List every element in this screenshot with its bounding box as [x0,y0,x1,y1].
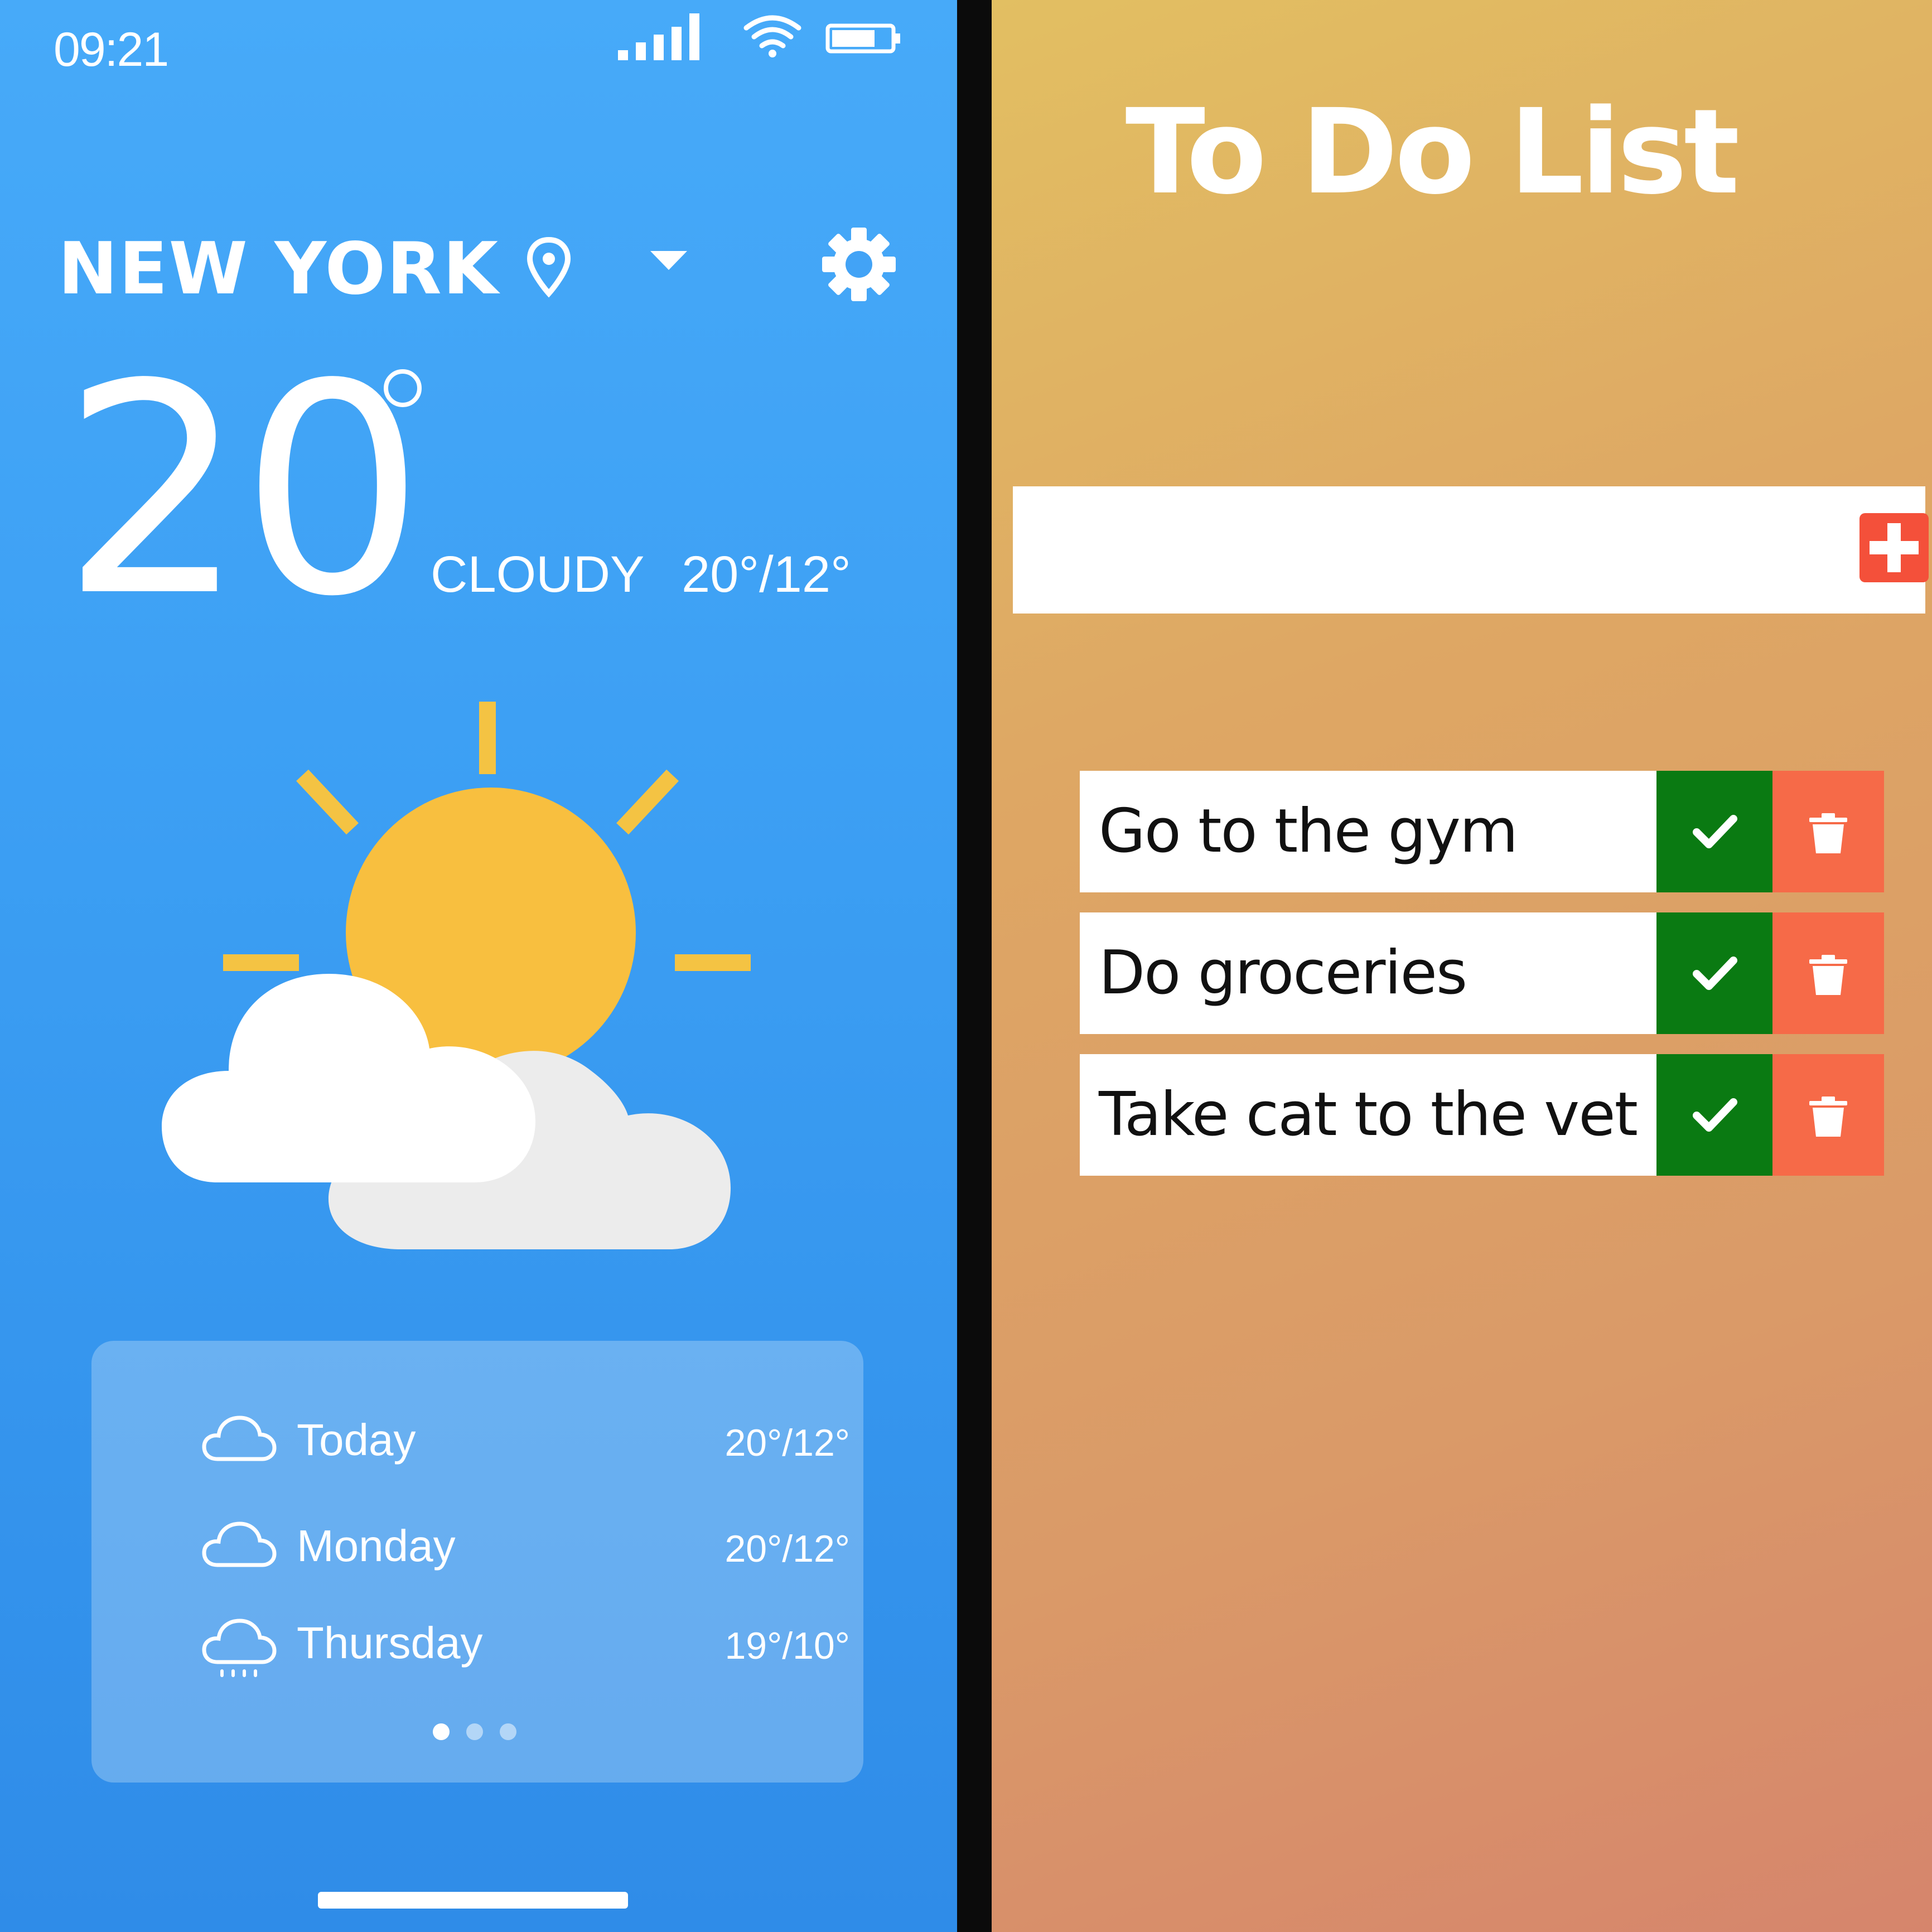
forecast-range: 20°/12° [724,1422,850,1464]
delete-task-button[interactable] [1772,771,1884,892]
signal-icon [618,13,699,60]
status-time: 09:21 [54,23,169,76]
page-indicator[interactable] [433,1723,544,1746]
check-icon [1693,1098,1737,1132]
task-text: Go to the gym [1099,796,1518,866]
panel-divider [957,0,992,1932]
weather-app-screen: 09:21 NEW YORK 20 CLOUDY 20°/12° Today 2… [0,0,957,1932]
settings-gear-icon[interactable] [820,225,898,303]
forecast-day: Monday [297,1521,456,1571]
partly-cloudy-icon [162,702,751,1249]
current-condition: CLOUDY [431,546,645,603]
page-dot-active[interactable] [433,1723,450,1740]
add-task-button[interactable] [1859,513,1929,582]
forecast-row: Today 20°/12° [91,1409,863,1476]
forecast-day: Thursday [297,1618,483,1668]
new-task-input[interactable] [1035,503,1829,598]
task-label-box: Do groceries [1080,912,1656,1034]
check-icon [1693,957,1737,990]
trash-icon [1809,1097,1847,1137]
forecast-day: Today [297,1415,416,1465]
current-temp-range: 20°/12° [682,546,851,603]
trash-icon [1809,955,1847,995]
delete-task-button[interactable] [1772,912,1884,1034]
forecast-range: 20°/12° [724,1528,850,1570]
current-temperature: 20 [61,322,425,660]
cloud-rain-icon [202,1619,277,1677]
cloud-icon [202,1416,277,1461]
wifi-icon [743,15,801,57]
complete-task-button[interactable] [1656,1054,1772,1176]
location-pin-icon [527,236,571,298]
task-item: Go to the gym [1080,771,1887,892]
home-indicator[interactable] [318,1892,628,1909]
cloud-icon [202,1522,277,1567]
battery-icon [825,23,900,54]
task-label-box: Go to the gym [1080,771,1656,892]
forecast-row: Thursday 19°/10° [91,1612,863,1679]
complete-task-button[interactable] [1656,912,1772,1034]
todo-app-screen: To Do List Go to the gym Do groceries Ta… [992,0,1932,1932]
task-text: Take cat to the vet [1099,1080,1638,1149]
status-bar-icons [618,13,900,60]
degree-symbol [384,369,422,407]
forecast-range: 19°/10° [724,1625,850,1667]
page-dot[interactable] [466,1723,483,1740]
delete-task-button[interactable] [1772,1054,1884,1176]
new-task-form [1013,486,1929,614]
complete-task-button[interactable] [1656,771,1772,892]
city-name: NEW YORK [58,228,499,311]
page-dot[interactable] [500,1723,516,1740]
forecast-card[interactable]: Today 20°/12° Monday 20°/12° Thursday 19… [91,1341,863,1783]
task-item: Take cat to the vet [1080,1054,1887,1176]
page-title: To Do List [1125,84,1740,220]
task-item: Do groceries [1080,912,1887,1034]
plus-icon [1870,523,1919,572]
forecast-row: Monday 20°/12° [91,1515,863,1582]
task-text: Do groceries [1099,938,1467,1008]
trash-icon [1809,813,1847,853]
task-label-box: Take cat to the vet [1080,1054,1656,1176]
check-icon [1693,815,1737,848]
chevron-down-icon[interactable] [649,250,688,272]
